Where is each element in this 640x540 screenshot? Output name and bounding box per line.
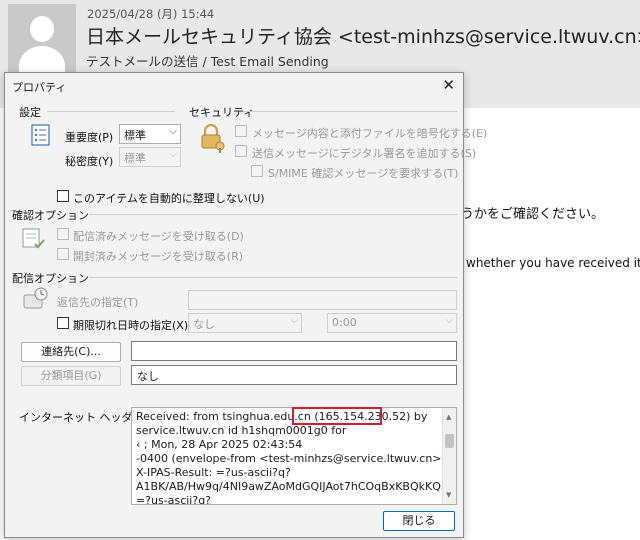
delivery-heading: 配信オプション [12,272,89,285]
tracking-icon [22,228,45,249]
mail-from[interactable]: 日本メールセキュリティ協会 <test-minhzs@service.ltwuv… [86,22,640,49]
expires-checkbox[interactable] [57,317,69,329]
contacts-input[interactable] [131,341,457,361]
properties-dialog: プロパティ ✕ 設定 重要度(P) 標準 ⌵ 秘密度(Y) 標準 ⌵ セキュリティ … [4,72,487,538]
categories-button: 分類項目(G) [21,366,121,386]
sensitivity-select: 標準 ⌵ [119,147,181,167]
mail-body-en: whether you have received it. [466,256,640,270]
delivery-receipt-checkbox [57,228,69,240]
header-line: =?us-ascii?q? [136,494,212,505]
delivery-options-icon [23,287,48,309]
signature-checkbox [235,145,247,157]
header-line: -0400 (envelope-from <test-minhzs@servic… [136,452,446,465]
delivery-receipt-label: 配信済みメッセージを受け取る(D) [73,230,244,243]
properties-settings-icon [31,124,50,146]
avatar-person-icon [8,4,76,72]
header-line: ‹ ; Mon, 28 Apr 2025 02:43:54 [136,438,303,451]
smime-checkbox [251,165,263,177]
smime-label: S/MIME 確認メッセージを要求する(T) [268,167,459,180]
no-archive-checkbox[interactable] [57,190,69,202]
dialog-titlebar: プロパティ ✕ [5,73,463,99]
close-icon[interactable]: ✕ [442,76,455,94]
signature-label: 送信メッセージにデジタル署名を追加する(S) [252,147,477,160]
ip-highlight-box [292,407,382,425]
mail-subject: テストメールの送信 / Test Email Sending [86,54,329,69]
dialog-title: プロパティ [12,81,67,94]
security-heading: セキュリティ [189,106,255,119]
expires-date-select: なし ⌵ [188,313,302,333]
contacts-button[interactable]: 連絡先(C)... [21,342,121,362]
expires-time-select: 0:00 ⌵ [327,313,457,333]
expires-label: 期限切れ日時の指定(X) [73,319,189,332]
mail-date: 2025/04/28 (月) 15:44 [87,7,215,21]
reply-to-input [188,290,457,310]
categories-input[interactable]: なし [131,365,457,385]
header-line: A1BK/AB/Hw9q/4NI9awZAoMdGQIJAot7hCOqBxKB… [136,480,457,493]
read-receipt-label: 開封済みメッセージを受け取る(R) [73,250,244,263]
mail-body-ja: うかをご確認ください。 [461,207,605,222]
encrypt-checkbox [235,125,247,137]
sensitivity-label: 秘密度(Y) [65,155,114,168]
reply-to-label: 返信先の指定(T) [57,296,139,309]
header-line: service.ltwuv.cn id h1shqm0001g0 for [136,424,347,437]
settings-heading: 設定 [19,106,41,119]
header-line: X-IPAS-Result: =?us-ascii?q? [136,466,291,479]
no-archive-label: このアイテムを自動的に整理しない(U) [73,192,265,205]
security-lock-icon [201,123,225,153]
close-button[interactable]: 閉じる [383,511,455,531]
tracking-heading: 確認オプション [12,209,89,222]
headers-scrollbar[interactable]: ▲ ▼ [442,408,456,504]
importance-select[interactable]: 標準 ⌵ [119,124,181,144]
importance-label: 重要度(P) [65,131,114,144]
read-receipt-checkbox [57,248,69,260]
encrypt-label: メッセージ内容と添付ファイルを暗号化する(E) [252,127,488,140]
